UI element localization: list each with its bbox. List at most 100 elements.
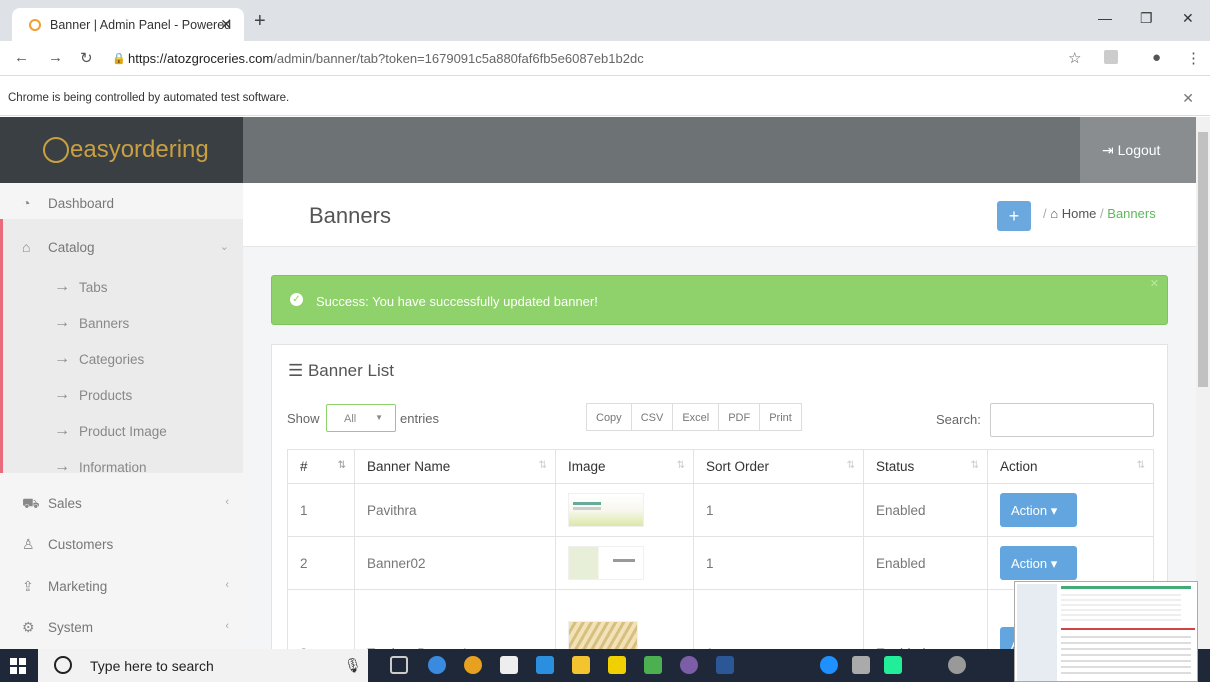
chrome-icon[interactable] [464,656,482,674]
back-icon[interactable]: ← [14,49,29,66]
logout-label: Logout [1117,142,1161,158]
banner-name: Pavithra [354,483,556,537]
scrollbar-thumb[interactable] [1198,132,1208,387]
column-header-label: Status [876,459,915,474]
sidebar-subitem-categories[interactable]: → Categories [0,342,243,378]
profile-icon[interactable]: ● [1152,49,1161,66]
print-button[interactable]: Print [759,403,802,431]
banner-thumbnail [568,546,644,580]
store-icon[interactable] [500,656,518,674]
csv-button[interactable]: CSV [630,403,674,431]
close-tab-icon[interactable]: ✕ [220,16,232,33]
sidebar-subitem-product-image[interactable]: → Product Image [0,414,243,450]
app-icon[interactable] [644,656,662,674]
breadcrumb-home[interactable]: ⌂ Home [1050,206,1096,221]
task-view-icon[interactable] [390,656,408,674]
chevron-left-icon: ‹ [225,620,229,632]
column-header[interactable]: Status ⇅ [863,449,988,484]
tray-icon[interactable] [884,656,902,674]
column-header[interactable]: Banner Name ⇅ [354,449,556,484]
panel-heading-label: Banner List [307,361,394,380]
preview-line [1061,586,1191,589]
close-window-icon[interactable]: ✕ [1182,10,1194,27]
logo[interactable]: easyordering [0,117,243,183]
sidebar-item-customers[interactable]: ♙ Customers [0,524,243,560]
sidebar-subitem-banners[interactable]: → Banners [0,306,243,342]
close-infobar-icon[interactable]: ✕ [1182,90,1194,107]
column-header[interactable]: # ⇅ [287,449,355,484]
pdf-button[interactable]: PDF [718,403,761,431]
sort-icon: ⇅ [970,460,979,471]
extension-icon[interactable] [1104,50,1118,64]
column-header[interactable]: Image ⇅ [555,449,694,484]
action-dropdown-button[interactable]: Action ▾ [1000,546,1077,580]
row-number: 3 [287,589,355,649]
url-field[interactable]: 🔒 https://atozgroceries.com/admin/banner… [110,46,1110,72]
windows-start-icon[interactable] [10,658,26,674]
eclipse-icon[interactable] [680,656,698,674]
sidebar-item-system[interactable]: ⚙ System ‹ [0,607,243,643]
sidebar-item-marketing[interactable]: ⇪ Marketing ‹ [0,566,243,602]
taskbar-search-placeholder: Type here to search [90,658,214,674]
sidebar-item-dashboard[interactable]: ◔ Dashboard [0,183,243,219]
microphone-icon[interactable]: 🎙 [344,657,362,674]
page-scrollbar[interactable] [1196,117,1210,649]
edge-icon[interactable] [536,656,554,674]
sidebar-subitem-information[interactable]: → Information [0,450,243,486]
column-header[interactable]: Sort Order ⇅ [693,449,864,484]
action-cell: Action ▾ [987,483,1154,537]
excel-button[interactable]: Excel [672,403,720,431]
sidebar-item-label: Sales [48,496,82,511]
file-explorer-icon[interactable] [572,656,590,674]
word-icon[interactable] [716,656,734,674]
add-banner-button[interactable]: + [997,201,1031,231]
column-header-label: Action [1000,459,1038,474]
sidebar-item-sales[interactable]: ⛟ Sales ‹ [0,483,243,519]
copy-button[interactable]: Copy [586,403,632,431]
column-header[interactable]: Action ⇅ [987,449,1154,484]
close-alert-icon[interactable]: ✕ [1150,277,1159,290]
app-icon[interactable] [428,656,446,674]
browser-tab[interactable]: Banner | Admin Panel - Powered ✕ [12,8,244,41]
sort-icon: ⇅ [676,460,685,471]
logo-circle-icon [43,137,69,163]
bookmark-star-icon[interactable]: ☆ [1068,49,1081,67]
menu-dots-icon[interactable]: ⋮ [1186,49,1201,67]
action-dropdown-button[interactable]: Action ▾ [1000,493,1077,527]
sort-order: 1 [693,483,864,537]
logout-button[interactable]: ⇥ Logout [1080,117,1196,183]
sidebar-item-catalog[interactable]: ⌂ Catalog ⌄ [0,227,243,263]
banner-thumbnail [568,493,644,527]
column-header-label: Sort Order [706,459,770,474]
sticky-notes-icon[interactable] [608,656,626,674]
forward-icon[interactable]: → [48,49,63,66]
tray-icon[interactable] [852,656,870,674]
user-icon: ♙ [22,536,35,552]
chevron-left-icon: ‹ [225,579,229,591]
tray-icon[interactable] [820,656,838,674]
arrow-right-icon: → [54,458,70,475]
sidebar-subitem-products[interactable]: → Products [0,378,243,414]
tab-title: Banner | Admin Panel - Powered [50,18,232,32]
taskbar-window-preview[interactable] [1014,581,1198,682]
minimize-icon[interactable]: — [1098,10,1112,26]
sort-icon: ⇅ [538,460,547,471]
dashboard-icon: ◔ [22,195,31,211]
preview-code [1061,636,1191,676]
sidebar-subitem-tabs[interactable]: → Tabs [0,270,243,306]
reload-icon[interactable]: ↻ [80,49,93,67]
banner-image-cell [555,536,694,590]
table-row: 1 Pavithra 1 Enabled Action ▾ [287,483,1154,537]
tray-icon[interactable] [948,656,966,674]
banner-name: Testing_Banner1 [354,589,556,649]
maximize-icon[interactable]: ❐ [1140,10,1153,27]
preview-pane [1017,584,1057,681]
breadcrumb-current[interactable]: Banners [1107,206,1155,221]
caret-down-icon: ▼ [375,413,383,422]
entries-select[interactable]: All ▼ [326,404,396,432]
taskbar-search[interactable]: Type here to search 🎙 [38,649,368,682]
url-path: /admin/banner/tab?token=1679091c5a880faf… [273,51,644,66]
new-tab-button[interactable]: + [254,10,266,33]
subitem-label: Information [79,460,147,475]
search-input[interactable] [990,403,1154,437]
